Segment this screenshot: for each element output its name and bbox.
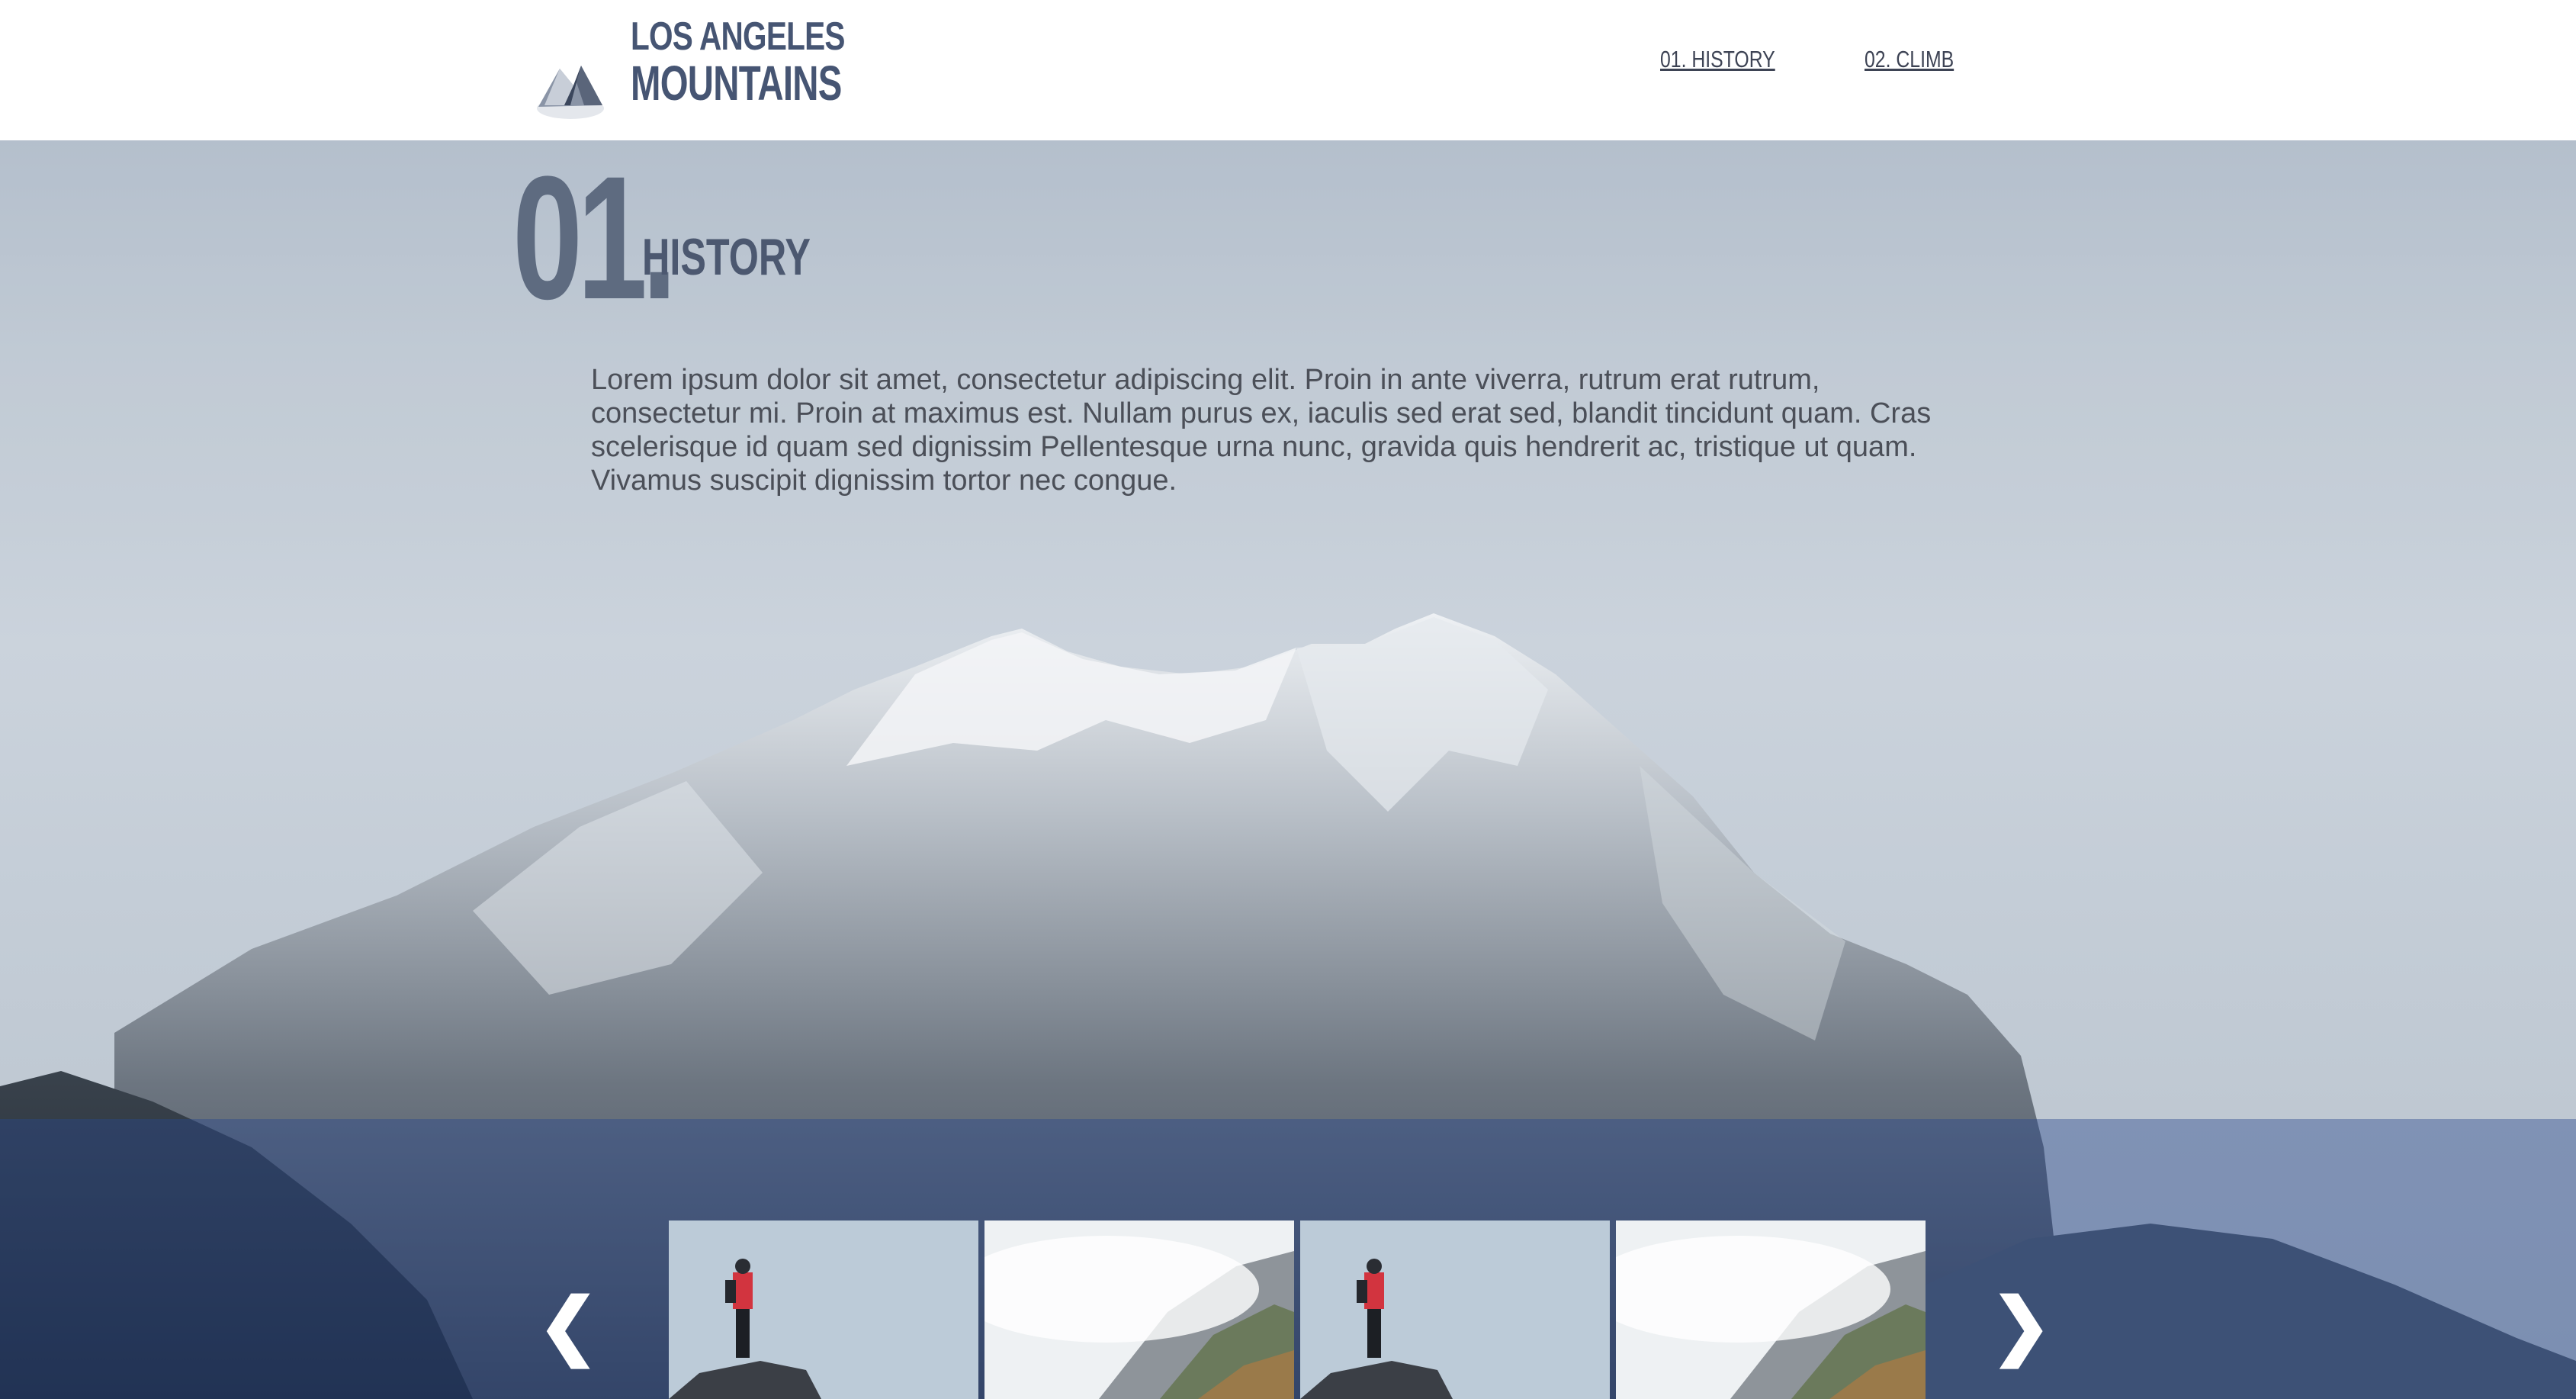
section-body: Lorem ipsum dolor sit amet, consectetur …: [591, 364, 1932, 497]
misty-mountain-image: [984, 1221, 1294, 1399]
gallery-thumbnail[interactable]: [1616, 1221, 1926, 1399]
hiker-image: [669, 1221, 978, 1399]
section-title: HISTORY: [642, 228, 811, 286]
logo-line-2: MOUNTAINS: [631, 56, 842, 111]
logo-line-1: LOS ANGELES: [631, 14, 845, 59]
site-logo[interactable]: LOS ANGELES MOUNTAINS: [534, 15, 845, 119]
site-header: LOS ANGELES MOUNTAINS 01. HISTORY 02. CL…: [0, 0, 2576, 140]
chevron-left-icon[interactable]: ❮: [538, 1289, 599, 1362]
logo-text: LOS ANGELES MOUNTAINS: [631, 15, 916, 108]
mountain-icon: [537, 66, 604, 119]
gallery-thumbnail[interactable]: [669, 1221, 978, 1399]
hiker-image: [1300, 1221, 1610, 1399]
chevron-right-icon[interactable]: ❯: [1990, 1289, 2051, 1362]
gallery-thumbnail[interactable]: [1300, 1221, 1610, 1399]
misty-mountain-image: [1616, 1221, 1926, 1399]
nav-link-history[interactable]: 01. HISTORY: [1660, 46, 1775, 73]
nav-link-climb[interactable]: 02. CLIMB: [1865, 46, 1954, 73]
gallery-thumbnail[interactable]: [984, 1221, 1294, 1399]
